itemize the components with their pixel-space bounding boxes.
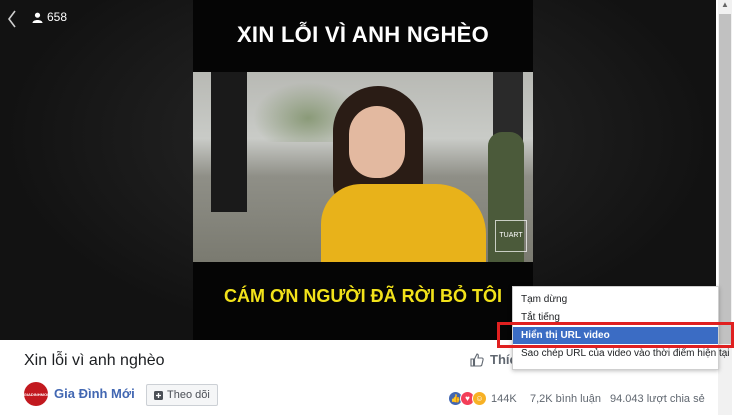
channel-watermark: TUART <box>495 220 527 252</box>
page-name-link[interactable]: Gia Đình Mới <box>54 386 135 401</box>
red-highlight-box <box>497 322 734 348</box>
video-frame[interactable]: XIN LỖI VÌ ANH NGHÈO TUART CÁM ƠN NGƯỜI … <box>193 0 533 340</box>
plus-icon <box>154 390 163 400</box>
girl-face <box>349 106 405 178</box>
viewer-count: 658 <box>32 10 67 24</box>
thumbs-up-icon <box>470 352 484 367</box>
video-scene: TUART <box>193 72 533 262</box>
menu-item-pause[interactable]: Tạm dừng <box>513 291 718 308</box>
video-caption: CÁM ƠN NGƯỜI ĐÃ RỜI BỎ TÔI <box>224 286 502 306</box>
viewer-count-text: 658 <box>47 10 68 24</box>
follow-label: Theo dõi <box>167 389 210 401</box>
page-avatar[interactable]: GIADINHMOI <box>24 382 48 406</box>
scrollbar-thumb[interactable] <box>719 14 731 344</box>
chevron-left-icon <box>8 10 16 28</box>
comments-count-link[interactable]: 7,2K bình luận <box>530 393 601 405</box>
video-title: Xin lỗi vì anh nghèo <box>24 352 165 369</box>
video-title-overlay: XIN LỖI VÌ ANH NGHÈO <box>236 22 490 47</box>
haha-reaction-icon: ☺ <box>472 391 487 406</box>
reaction-count: 144K <box>491 392 517 405</box>
reactions-summary[interactable]: 👍 ♥ ☺ 144K <box>448 391 517 406</box>
scroll-up-arrow-icon[interactable]: ▲ <box>720 0 730 12</box>
person-icon <box>32 12 43 23</box>
pillar-left <box>211 72 247 212</box>
follow-button[interactable]: Theo dõi <box>146 384 218 406</box>
right-edge <box>733 0 750 415</box>
girl-yellow-shirt <box>321 184 486 262</box>
back-button[interactable] <box>4 8 20 30</box>
shares-count-link[interactable]: 94.043 lượt chia sẻ <box>610 393 705 405</box>
